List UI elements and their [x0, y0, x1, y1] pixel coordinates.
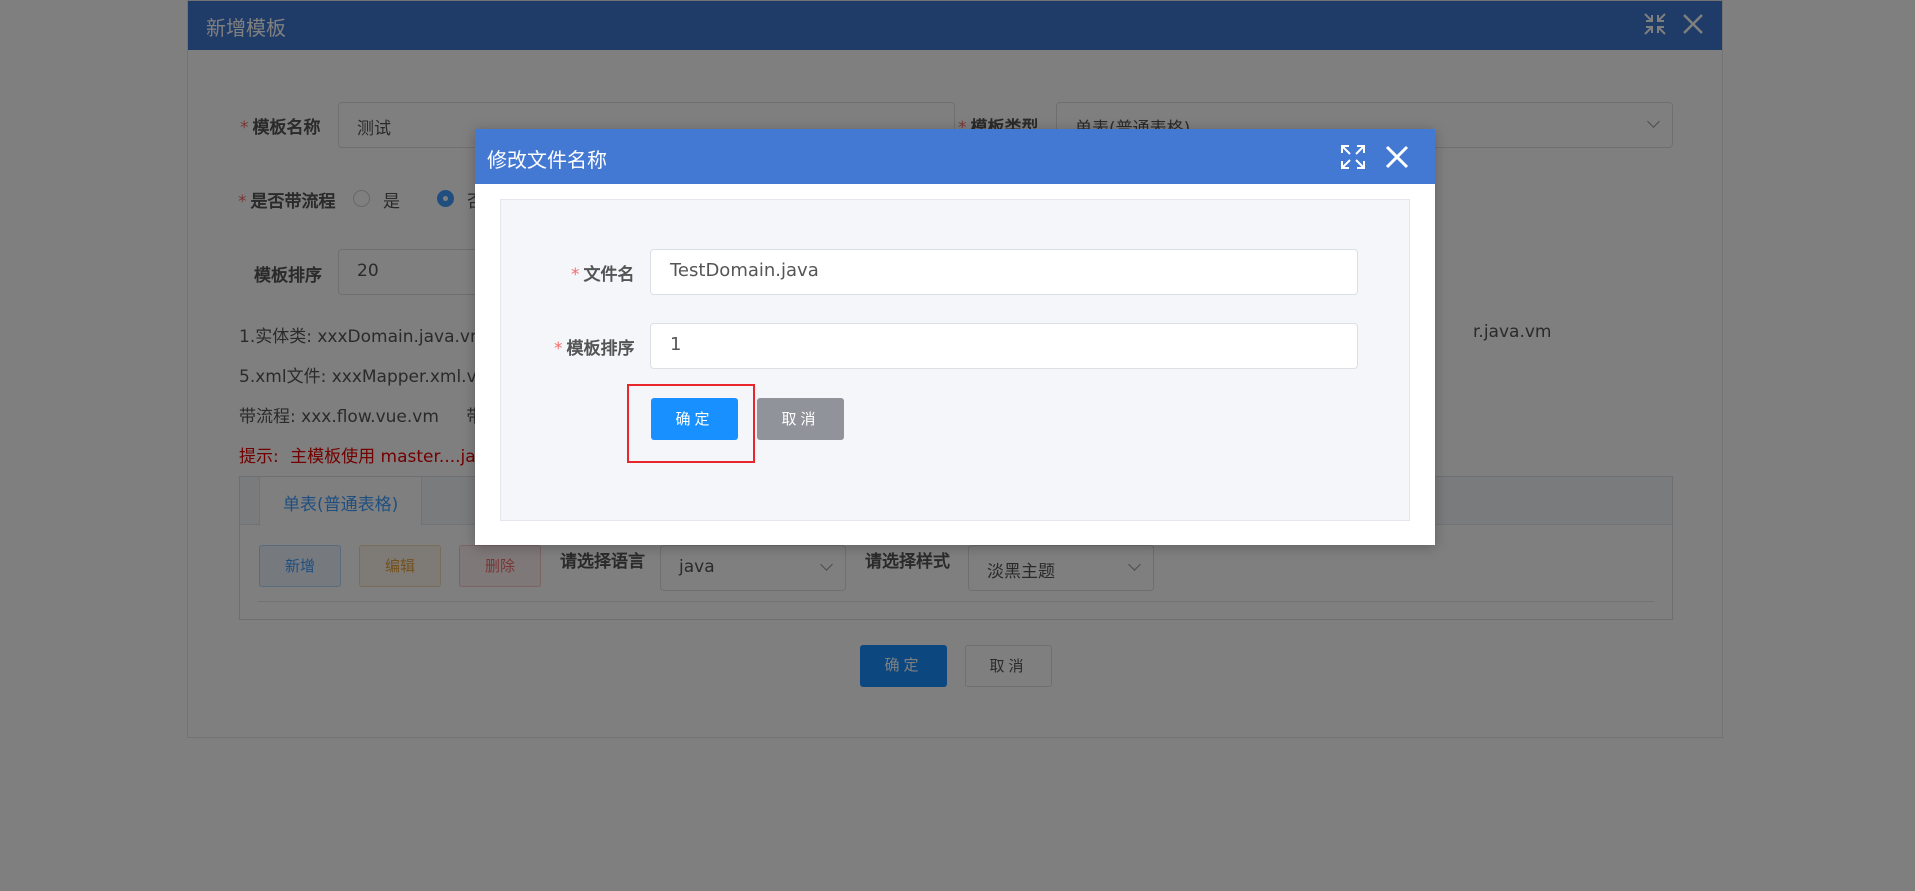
rename-file-dialog: 修改文件名称 * 文件名 TestDomain.java * 模板排序 1 确定 取… [475, 129, 1435, 545]
rename-dialog-header: 修改文件名称 [475, 129, 1435, 184]
expand-icon[interactable] [1338, 142, 1368, 172]
cancel-button[interactable]: 取消 [757, 398, 844, 440]
filename-label: * 文件名 [571, 265, 635, 285]
close-icon[interactable] [1382, 142, 1412, 172]
highlight-box [627, 384, 755, 463]
sort-label: * 模板排序 [554, 339, 635, 359]
sort-input[interactable]: 1 [650, 323, 1358, 369]
filename-input[interactable]: TestDomain.java [650, 249, 1358, 295]
rename-dialog-body: * 文件名 TestDomain.java * 模板排序 1 确定 取消 [500, 199, 1410, 521]
rename-dialog-title: 修改文件名称 [487, 148, 607, 172]
